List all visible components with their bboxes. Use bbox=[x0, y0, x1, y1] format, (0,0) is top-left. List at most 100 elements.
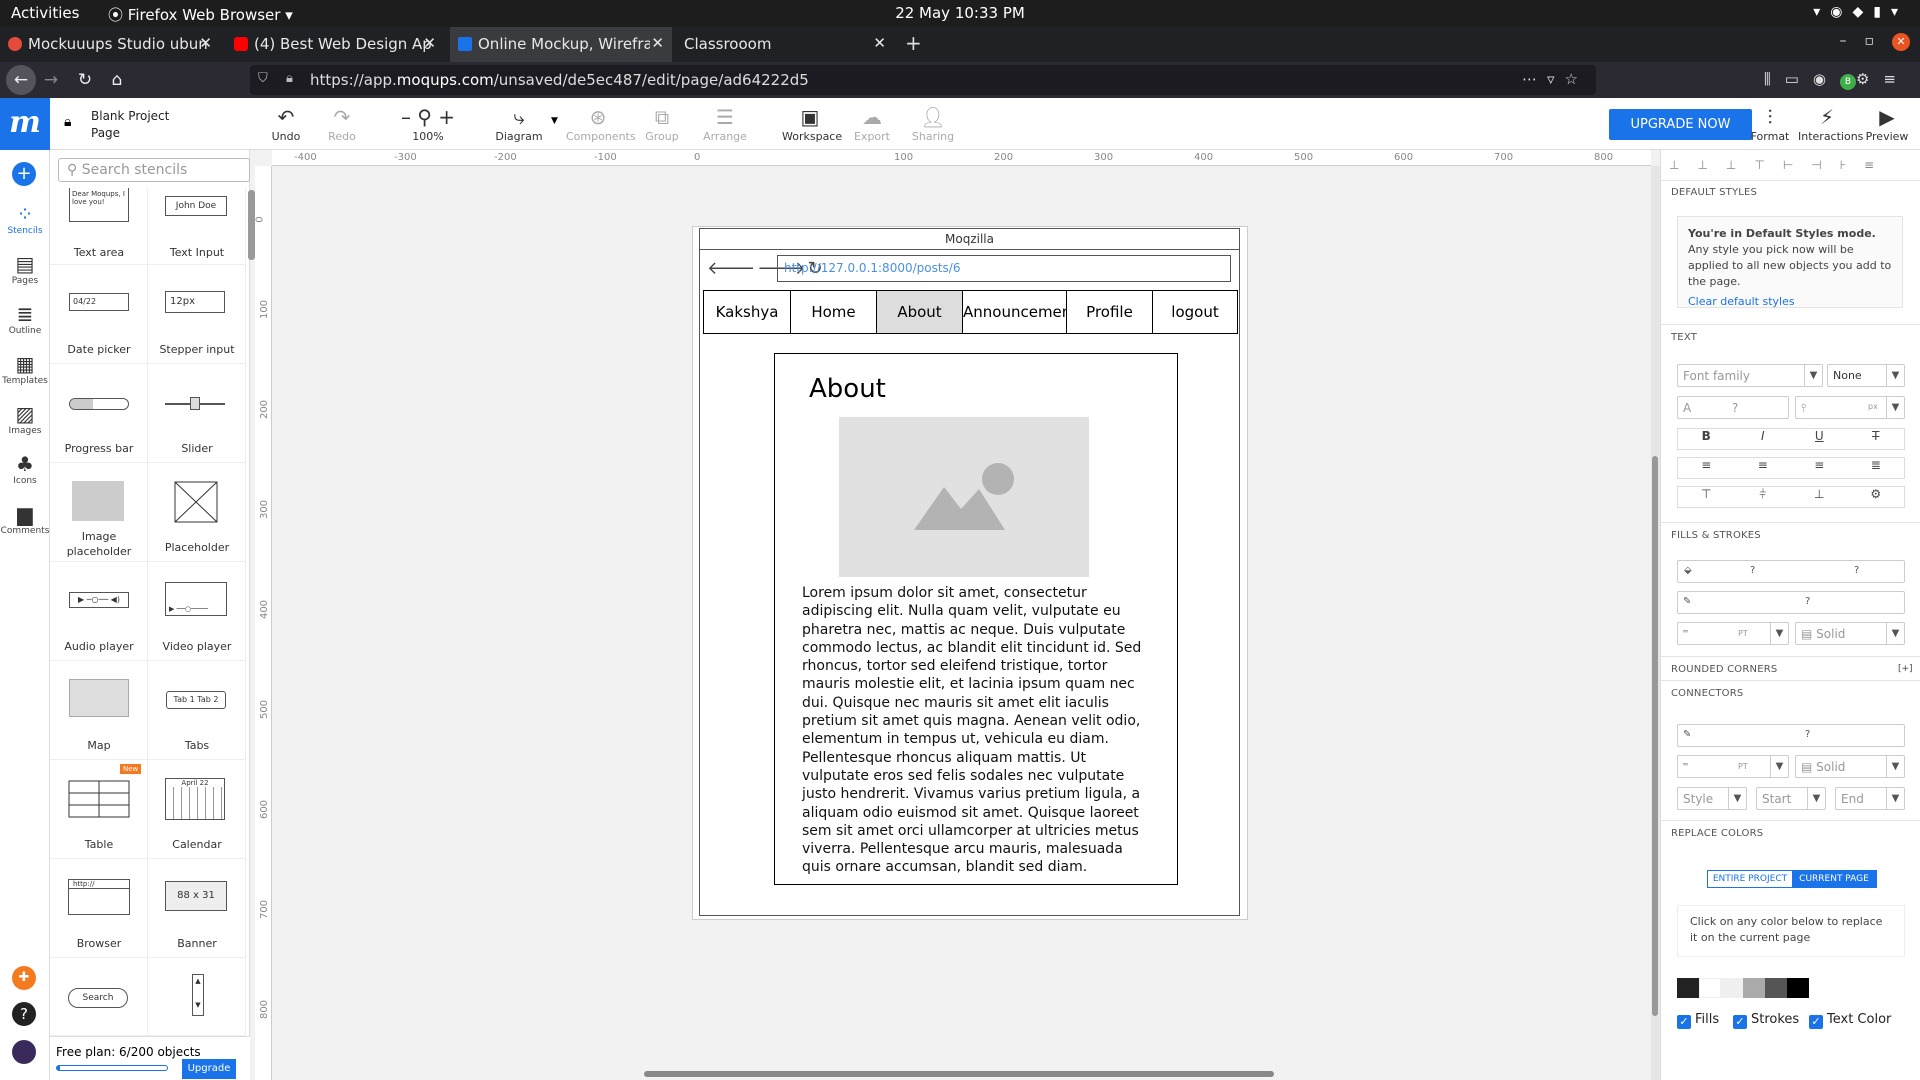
upgrade-button[interactable]: Upgrade bbox=[182, 1059, 236, 1079]
stencil-audio-player[interactable]: ▶ ─○── ◀) Audio player bbox=[50, 562, 148, 661]
rail-icons[interactable]: ♣ Icons bbox=[0, 452, 50, 486]
window-controls[interactable]: –▫ ✕ bbox=[1840, 33, 1910, 51]
mockup-nav-kakshya[interactable]: Kakshya bbox=[703, 290, 791, 334]
stencil-calendar[interactable]: April 22 Calendar bbox=[148, 760, 246, 859]
strokes-checkbox[interactable]: ✓ Strokes bbox=[1733, 1012, 1799, 1029]
stencil-vertical-scrollbar[interactable]: ▲ ▼ bbox=[148, 958, 246, 1036]
mockup-nav-announcement[interactable]: Announcement bbox=[962, 290, 1077, 334]
stencil-browser[interactable]: http:// Browser bbox=[50, 859, 148, 958]
rail-stencils[interactable]: ⁘ Stencils bbox=[0, 202, 50, 236]
rail-comments[interactable]: ▆ Comments bbox=[0, 502, 50, 536]
page-actions-icons[interactable]: ⋯▿☆ bbox=[1522, 70, 1588, 88]
line-height-field[interactable]: ⫯ px ▼ bbox=[1795, 396, 1905, 419]
forward-icon[interactable]: → bbox=[38, 67, 64, 93]
rail-images[interactable]: ▨ Images bbox=[0, 402, 50, 436]
stencil-video-player[interactable]: ▶ ──○──── Video player bbox=[148, 562, 246, 661]
upgrade-now-button[interactable]: UPGRADE NOW bbox=[1609, 109, 1752, 140]
close-tab-icon[interactable]: ✕ bbox=[873, 34, 886, 52]
diagram-dropdown-icon[interactable]: ▼ bbox=[551, 116, 558, 126]
clear-default-styles-link[interactable]: Clear default styles bbox=[1688, 294, 1892, 310]
interactions-button[interactable]: ⚡︎ Interactions bbox=[1798, 106, 1863, 143]
swatch[interactable] bbox=[1743, 978, 1765, 998]
mockup-nav-profile[interactable]: Profile bbox=[1066, 290, 1153, 334]
mockup-url-field[interactable]: http://127.0.0.1:8000/posts/6 bbox=[777, 255, 1231, 282]
stencil-table[interactable]: New Table bbox=[50, 760, 148, 859]
page-title[interactable]: Page bbox=[91, 125, 169, 142]
back-icon[interactable]: ← bbox=[6, 65, 36, 95]
connector-style-select[interactable]: ▤ Solid ▼ bbox=[1795, 755, 1905, 778]
browser-tab-active[interactable]: Online Mockup, Wirefran ✕ bbox=[450, 27, 672, 62]
stencil-map[interactable]: Map bbox=[50, 661, 148, 760]
workspace-button[interactable]: ▣ Workspace bbox=[782, 106, 842, 143]
stencil-tabs[interactable]: Tab 1 Tab 2 Tabs bbox=[148, 661, 246, 760]
connector-line-style-select[interactable]: Style ▼ bbox=[1677, 787, 1747, 810]
project-title[interactable]: Blank Project bbox=[91, 108, 169, 125]
diagram-button[interactable]: ⤷ Diagram bbox=[494, 106, 544, 143]
fills-checkbox[interactable]: ✓ Fills bbox=[1677, 1012, 1719, 1029]
font-size-field[interactable]: A? bbox=[1677, 396, 1789, 419]
close-tab-icon[interactable]: ✕ bbox=[651, 34, 664, 52]
browser-tab[interactable]: Classrooom ✕ bbox=[676, 27, 894, 62]
text-color-checkbox[interactable]: ✓ Text Color bbox=[1809, 1012, 1891, 1029]
toolbar-icons[interactable]: ⫼▭◉ B ⚙≡ bbox=[1764, 70, 1910, 90]
close-tab-icon[interactable]: ✕ bbox=[199, 34, 212, 52]
mockup-nav-home[interactable]: Home bbox=[790, 290, 877, 334]
align-tools-icons[interactable]: ⊥⊥⊥⊤⊢⊣⊦≡ bbox=[1669, 158, 1915, 172]
rail-pages[interactable]: ▤ Pages bbox=[0, 252, 50, 286]
format-button[interactable]: ⫶ Format bbox=[1750, 106, 1790, 143]
swatch[interactable] bbox=[1787, 978, 1809, 998]
close-tab-icon[interactable]: ✕ bbox=[423, 34, 436, 52]
stencil-image-placeholder[interactable]: Image placeholder bbox=[50, 463, 148, 562]
font-family-select[interactable]: Font family ▼ bbox=[1677, 364, 1823, 387]
stencil-text-input[interactable]: John Doe Text Input bbox=[148, 188, 246, 265]
help-icon[interactable]: ? bbox=[12, 1002, 36, 1026]
stroke-width-field[interactable]: ═ PT ▼ bbox=[1677, 622, 1789, 645]
stencil-date-picker[interactable]: 04/22 Date picker bbox=[50, 265, 148, 364]
stencils-scrollbar[interactable] bbox=[248, 190, 255, 260]
stencil-banner[interactable]: 88 x 31 Banner bbox=[148, 859, 246, 958]
rail-templates[interactable]: ▦ Templates bbox=[0, 352, 50, 386]
arrange-button[interactable]: ☰ Arrange bbox=[700, 106, 750, 143]
browser-tab[interactable]: (4) Best Web Design App ✕ bbox=[226, 27, 444, 62]
url-bar[interactable]: ⛉ 🔒︎ https://app.moqups.com/unsaved/de5e… bbox=[250, 65, 1596, 95]
connector-end-select[interactable]: End ▼ bbox=[1835, 787, 1905, 810]
entire-project-option[interactable]: ENTIRE PROJECT bbox=[1708, 871, 1792, 887]
image-placeholder[interactable] bbox=[839, 417, 1089, 577]
browser-tab[interactable]: Mockuuups Studio ubunt ✕ bbox=[0, 27, 220, 62]
mockup-nav-logout[interactable]: logout bbox=[1152, 290, 1238, 334]
connector-color-field[interactable]: ✎? bbox=[1677, 724, 1905, 747]
redo-button[interactable]: ↷ Redo bbox=[324, 106, 360, 143]
components-button[interactable]: ⊛ Components bbox=[566, 106, 636, 143]
connector-width-field[interactable]: ═ PT ▼ bbox=[1677, 755, 1789, 778]
reload-icon[interactable]: ↻ bbox=[72, 67, 98, 93]
gift-icon[interactable]: ✚ bbox=[12, 966, 36, 990]
stencil-search[interactable]: Search bbox=[50, 958, 148, 1036]
current-page-option[interactable]: CURRENT PAGE bbox=[1792, 871, 1876, 887]
sharing-button[interactable]: 👤︎ Sharing bbox=[910, 106, 956, 143]
connector-start-select[interactable]: Start ▼ bbox=[1756, 787, 1826, 810]
swatch[interactable] bbox=[1677, 978, 1699, 998]
font-weight-select[interactable]: None ▼ bbox=[1827, 364, 1905, 387]
stroke-style-select[interactable]: ▤ Solid ▼ bbox=[1795, 622, 1905, 645]
avatar[interactable] bbox=[12, 1040, 36, 1064]
canvas-horizontal-scrollbar[interactable] bbox=[644, 1071, 1274, 1077]
new-tab-icon[interactable]: + bbox=[905, 31, 922, 55]
rounded-corners-expand[interactable]: [+] bbox=[1898, 664, 1913, 674]
project-lock-icon[interactable]: 🔒︎ bbox=[64, 114, 71, 130]
text-style-buttons[interactable]: BIUT bbox=[1677, 428, 1905, 450]
text-align-buttons[interactable]: ≡ ≡ ≡ ≣ bbox=[1677, 457, 1905, 479]
clock[interactable]: 22 May 10:33 PM bbox=[0, 4, 1920, 22]
export-button[interactable]: ☁ Export bbox=[852, 106, 892, 143]
fill-color-field[interactable]: ⬙?? bbox=[1677, 560, 1905, 583]
add-icon[interactable]: + bbox=[12, 162, 36, 186]
stroke-color-field[interactable]: ✎? bbox=[1677, 591, 1905, 614]
swatch[interactable] bbox=[1765, 978, 1787, 998]
home-icon[interactable]: ⌂ bbox=[104, 67, 130, 93]
swatch[interactable] bbox=[1699, 978, 1721, 998]
stencil-placeholder[interactable]: Placeholder bbox=[148, 463, 246, 562]
group-button[interactable]: ⧉ Group bbox=[640, 106, 684, 143]
moqups-logo[interactable]: m bbox=[0, 98, 50, 150]
undo-button[interactable]: ↶ Undo bbox=[268, 106, 304, 143]
swatch[interactable] bbox=[1721, 978, 1743, 998]
system-tray[interactable]: ▾◉◆▮▾ bbox=[1813, 4, 1908, 20]
